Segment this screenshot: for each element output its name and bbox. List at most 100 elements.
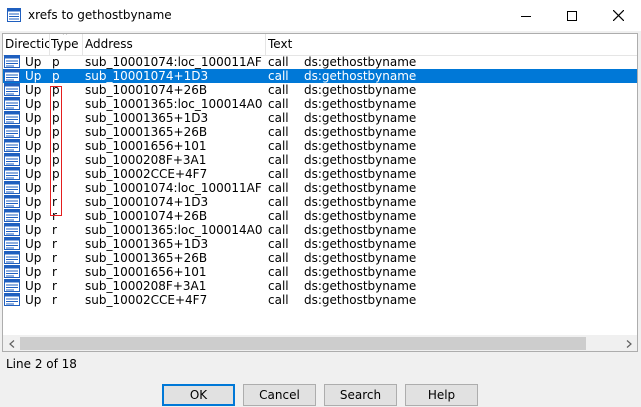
text-operand-cell: ds:gethostbyname bbox=[304, 279, 417, 293]
direction-cell: Up bbox=[25, 167, 42, 181]
table-row[interactable]: Up p sub_10001074+1D3 call ds:gethostbyname bbox=[3, 69, 637, 83]
address-cell: sub_10001074:loc_100011AF bbox=[85, 55, 262, 69]
table-row[interactable]: Up r sub_10001074+1D3 call ds:gethostbyname bbox=[3, 195, 637, 209]
address-cell: sub_10001365+26B bbox=[85, 251, 208, 265]
table-row[interactable]: Up r sub_1000208F+3A1 call ds:gethostbyname bbox=[3, 279, 637, 293]
xref-row-icon bbox=[4, 195, 20, 209]
table-row[interactable]: Up r sub_10001365:loc_100014A0 call ds:getho… bbox=[3, 223, 637, 237]
table-row[interactable]: Up p sub_10001365:loc_100014A0 call ds:getho… bbox=[3, 97, 637, 111]
xref-row-icon bbox=[4, 125, 20, 139]
table-row[interactable]: Up r sub_10001074+26B call ds:gethostbyname bbox=[3, 209, 637, 223]
horizontal-scrollbar[interactable] bbox=[3, 335, 637, 351]
maximize-button[interactable] bbox=[549, 0, 595, 31]
table-row[interactable]: Up r sub_10002CCE+4F7 call ds:gethostbyname bbox=[3, 293, 637, 307]
text-operand-cell: ds:gethostbyname bbox=[304, 125, 417, 139]
direction-cell: Up bbox=[25, 139, 42, 153]
status-line: Line 2 of 18 bbox=[6, 357, 77, 371]
text-instruction-cell: call bbox=[268, 223, 289, 237]
address-cell: sub_10001365:loc_100014A0 bbox=[85, 223, 263, 237]
address-cell: sub_10001365+1D3 bbox=[85, 237, 209, 251]
xref-list[interactable]: Directic ^ Type Address Text Up p sub_1000… bbox=[2, 33, 638, 352]
direction-cell: Up bbox=[25, 209, 42, 223]
type-cell: r bbox=[52, 209, 57, 223]
text-instruction-cell: call bbox=[268, 279, 289, 293]
table-row[interactable]: Up r sub_10001074:loc_100011AF call ds:getho… bbox=[3, 181, 637, 195]
table-row[interactable]: Up p sub_10001074+26B call ds:gethostbyname bbox=[3, 83, 637, 97]
text-operand-cell: ds:gethostbyname bbox=[304, 97, 417, 111]
type-cell: p bbox=[52, 139, 60, 153]
type-cell: r bbox=[52, 181, 57, 195]
scroll-left-button[interactable] bbox=[3, 335, 20, 351]
table-row[interactable]: Up p sub_10001365+26B call ds:gethostbyname bbox=[3, 125, 637, 139]
text-operand-cell: ds:gethostbyname bbox=[304, 181, 417, 195]
text-instruction-cell: call bbox=[268, 195, 289, 209]
minimize-icon bbox=[521, 15, 531, 17]
type-cell: p bbox=[52, 111, 60, 125]
chevron-left-icon bbox=[8, 339, 14, 348]
table-row[interactable]: Up p sub_10001656+101 call ds:gethostbyname bbox=[3, 139, 637, 153]
minimize-button[interactable] bbox=[503, 0, 549, 31]
scroll-right-button[interactable] bbox=[620, 335, 637, 351]
direction-cell: Up bbox=[25, 181, 42, 195]
text-operand-cell: ds:gethostbyname bbox=[304, 167, 417, 181]
address-cell: sub_10002CCE+4F7 bbox=[85, 167, 208, 181]
column-header-type[interactable]: Type bbox=[51, 34, 81, 55]
list-rows: Up p sub_10001074:loc_100011AF call ds:getho… bbox=[3, 55, 637, 335]
scrollbar-thumb[interactable] bbox=[20, 337, 586, 350]
direction-cell: Up bbox=[25, 83, 42, 97]
direction-cell: Up bbox=[25, 153, 42, 167]
type-cell: p bbox=[52, 167, 60, 181]
address-cell: sub_10001074+26B bbox=[85, 83, 208, 97]
text-instruction-cell: call bbox=[268, 265, 289, 279]
text-operand-cell: ds:gethostbyname bbox=[304, 293, 417, 307]
direction-cell: Up bbox=[25, 237, 42, 251]
direction-cell: Up bbox=[25, 55, 42, 69]
table-row[interactable]: Up r sub_10001365+1D3 call ds:gethostbyname bbox=[3, 237, 637, 251]
help-button[interactable]: Help bbox=[405, 384, 478, 406]
column-divider[interactable] bbox=[82, 34, 83, 55]
table-row[interactable]: Up p sub_10002CCE+4F7 call ds:gethostbyname bbox=[3, 167, 637, 181]
xref-row-icon bbox=[4, 55, 20, 69]
text-instruction-cell: call bbox=[268, 181, 289, 195]
xref-row-icon bbox=[4, 167, 20, 181]
table-row[interactable]: Up p sub_1000208F+3A1 call ds:gethostbyname bbox=[3, 153, 637, 167]
search-button[interactable]: Search bbox=[324, 384, 397, 406]
direction-cell: Up bbox=[25, 69, 42, 83]
text-instruction-cell: call bbox=[268, 293, 289, 307]
text-instruction-cell: call bbox=[268, 83, 289, 97]
type-cell: p bbox=[52, 69, 60, 83]
address-cell: sub_10001656+101 bbox=[85, 139, 207, 153]
address-cell: sub_10001365+1D3 bbox=[85, 111, 209, 125]
text-operand-cell: ds:gethostbyname bbox=[304, 69, 417, 83]
type-cell: r bbox=[52, 265, 57, 279]
table-row[interactable]: Up r sub_10001365+26B call ds:gethostbyname bbox=[3, 251, 637, 265]
address-cell: sub_10001074+1D3 bbox=[85, 195, 209, 209]
ok-button[interactable]: OK bbox=[162, 384, 235, 406]
table-row[interactable]: Up p sub_10001365+1D3 call ds:gethostbyname bbox=[3, 111, 637, 125]
title-bar[interactable]: xrefs to gethostbyname bbox=[0, 0, 641, 31]
table-row[interactable]: Up p sub_10001074:loc_100011AF call ds:getho… bbox=[3, 55, 637, 69]
address-cell: sub_1000208F+3A1 bbox=[85, 279, 207, 293]
direction-cell: Up bbox=[25, 195, 42, 209]
xref-row-icon bbox=[4, 111, 20, 125]
column-divider[interactable] bbox=[265, 34, 266, 55]
column-divider[interactable] bbox=[49, 34, 50, 55]
xref-row-icon bbox=[4, 97, 20, 111]
text-operand-cell: ds:gethostbyname bbox=[304, 153, 417, 167]
text-operand-cell: ds:gethostbyname bbox=[304, 251, 417, 265]
address-cell: sub_10002CCE+4F7 bbox=[85, 293, 208, 307]
column-header-direction[interactable]: Directic bbox=[5, 34, 49, 55]
direction-cell: Up bbox=[25, 111, 42, 125]
cancel-button[interactable]: Cancel bbox=[243, 384, 316, 406]
type-cell: r bbox=[52, 223, 57, 237]
column-header-text[interactable]: Text bbox=[268, 34, 628, 55]
close-button[interactable] bbox=[595, 0, 641, 31]
table-row[interactable]: Up r sub_10001656+101 call ds:gethostbyname bbox=[3, 265, 637, 279]
text-instruction-cell: call bbox=[268, 237, 289, 251]
column-header-address[interactable]: Address bbox=[85, 34, 265, 55]
xref-row-icon bbox=[4, 293, 20, 307]
xref-row-icon bbox=[4, 279, 20, 293]
text-operand-cell: ds:gethostbyname bbox=[304, 139, 417, 153]
address-cell: sub_10001074+26B bbox=[85, 209, 208, 223]
address-cell: sub_1000208F+3A1 bbox=[85, 153, 207, 167]
